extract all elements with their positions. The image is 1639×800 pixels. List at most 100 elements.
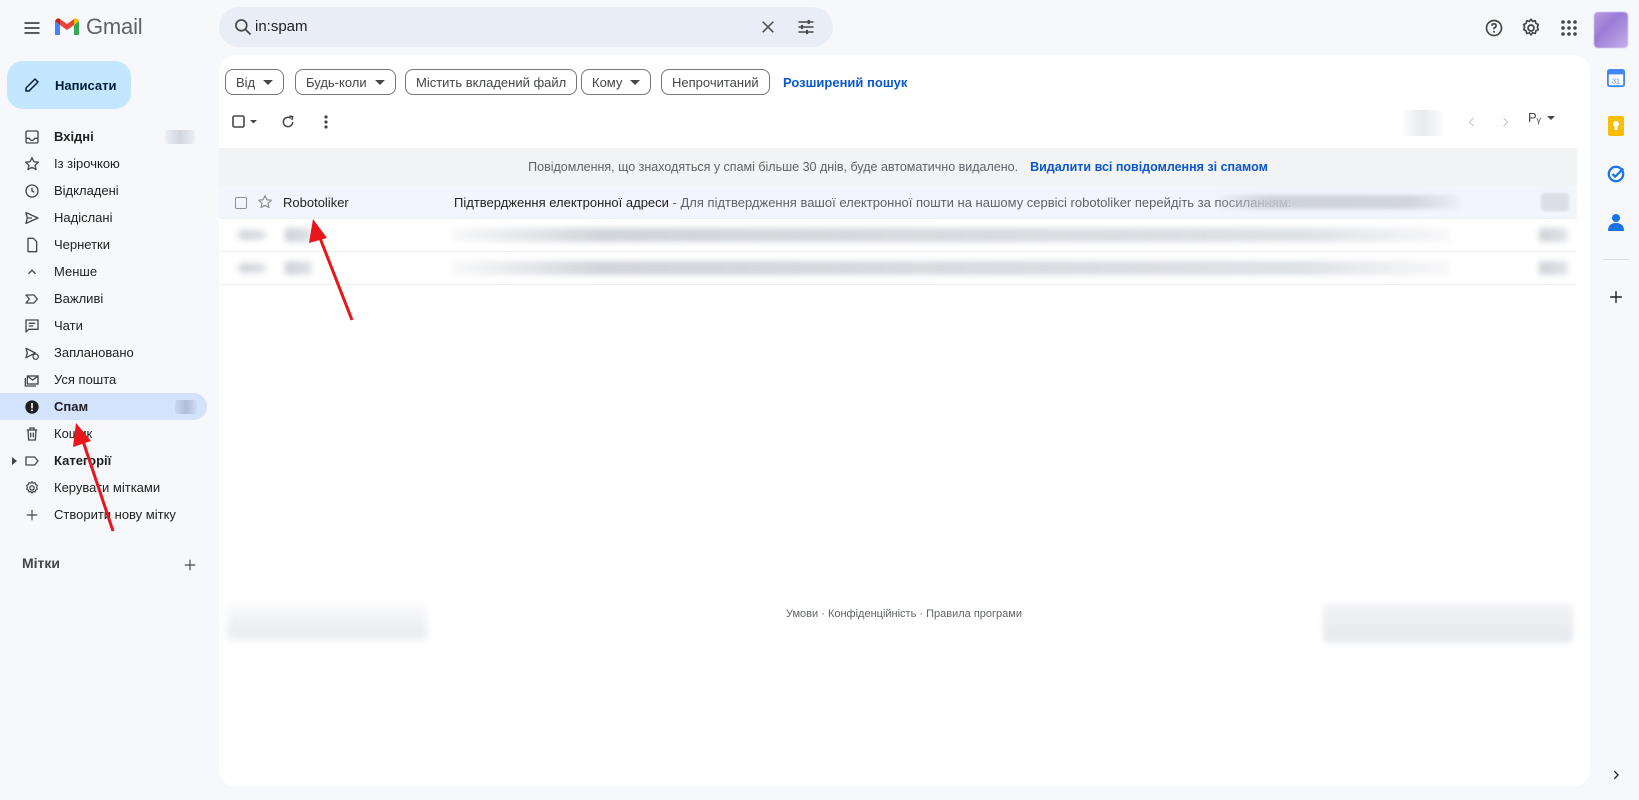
sidebar-item-label: Надіслані <box>54 210 113 225</box>
sidebar-item-label: Чати <box>54 318 83 333</box>
chat-icon <box>22 316 42 336</box>
gmail-logo[interactable]: Gmail <box>54 14 143 40</box>
select-all-checkbox[interactable] <box>225 107 267 137</box>
star-icon <box>22 154 42 174</box>
labels-heading: Мітки <box>22 555 61 571</box>
chip-label: Від <box>236 74 256 90</box>
delete-all-spam-link[interactable]: Видалити всі повідомлення зі спамом <box>1030 160 1268 174</box>
email-row-checkbox[interactable] <box>235 197 247 209</box>
sidebar-item-less[interactable]: Менше <box>0 258 207 285</box>
spam-count-badge <box>175 400 197 414</box>
email-row-redacted[interactable] <box>219 219 1577 252</box>
keep-notes-icon[interactable] <box>1599 109 1633 143</box>
account-avatar[interactable] <box>1594 12 1628 48</box>
redacted-checkbox <box>237 263 267 273</box>
refresh-icon[interactable] <box>273 107 303 137</box>
help-icon[interactable] <box>1474 8 1514 48</box>
plus-icon <box>22 505 42 525</box>
main-menu-icon[interactable] <box>12 8 52 48</box>
all-mail-icon <box>22 370 42 390</box>
chip-label: Будь-коли <box>306 74 367 90</box>
search-bar[interactable]: in:spam <box>219 7 833 47</box>
footer-links[interactable]: Умови · Конфіденційність · Правила прогр… <box>786 608 1022 620</box>
app-name: Gmail <box>86 14 143 39</box>
account-activity-redacted <box>1323 605 1573 643</box>
sidebar-item-label: Категорії <box>54 453 112 468</box>
scheduled-icon <box>22 343 42 363</box>
filter-any-time-chip[interactable]: Будь-коли <box>295 69 396 95</box>
sidebar-item-important[interactable]: Важливі <box>0 285 207 312</box>
sidebar-item-starred[interactable]: Із зірочкою <box>0 150 207 177</box>
redacted-sender <box>283 228 313 242</box>
dropdown-arrow-icon <box>374 79 385 85</box>
spam-notice-bar: Повідомлення, що знаходяться у спамі біл… <box>219 148 1577 186</box>
sidebar-item-label: Із зірочкою <box>54 156 120 171</box>
draft-icon <box>22 235 42 255</box>
chip-label: Містить вкладений файл <box>416 74 567 90</box>
send-icon <box>22 208 42 228</box>
email-row[interactable]: Robotoliker Підтвердження електронної ад… <box>219 186 1577 219</box>
filter-has-attachment-chip[interactable]: Містить вкладений файл <box>405 69 578 95</box>
storage-info-redacted <box>227 603 427 639</box>
sidebar-item-label: Важливі <box>54 291 104 306</box>
redacted-checkbox <box>237 230 267 240</box>
unread-count-badge <box>165 130 195 144</box>
sidebar-item-label: Спам <box>54 399 89 414</box>
sidebar-item-label: Уся пошта <box>54 372 117 387</box>
clear-search-icon[interactable] <box>752 11 784 43</box>
search-options-icon[interactable] <box>790 11 822 43</box>
sidebar-item-manage-labels[interactable]: Керувати мітками <box>0 474 207 501</box>
redacted-date <box>1537 261 1569 275</box>
expand-side-panel-chevron-icon[interactable] <box>1599 758 1633 792</box>
top-bar: Gmail in:spam <box>0 0 1639 56</box>
sidebar-item-drafts[interactable]: Чернетки <box>0 231 207 258</box>
sidebar-item-label: Заплановано <box>54 345 134 360</box>
advanced-search-link[interactable]: Розширений пошук <box>783 75 907 90</box>
sidebar-item-label: Чернетки <box>54 237 111 252</box>
sidebar-item-snoozed[interactable]: Відкладені <box>0 177 207 204</box>
more-options-icon[interactable] <box>311 107 341 137</box>
svg-text:31: 31 <box>1612 76 1620 85</box>
tasks-icon[interactable] <box>1599 157 1633 191</box>
sidebar-item-label: Кошик <box>54 426 93 441</box>
settings-gear-icon[interactable] <box>1511 8 1551 48</box>
sidebar-item-inbox[interactable]: Вхідні <box>0 123 207 150</box>
sidebar-item-spam[interactable]: Спам <box>0 393 207 420</box>
inbox-icon <box>22 127 42 147</box>
pencil-icon <box>25 78 39 92</box>
filter-from-chip[interactable]: Від <box>225 69 285 95</box>
sidebar-item-all-mail[interactable]: Уся пошта <box>0 366 207 393</box>
sidebar-item-label: Створити нову мітку <box>54 507 176 522</box>
redacted-sender <box>283 261 313 275</box>
expand-arrow-icon[interactable] <box>12 457 17 465</box>
input-tools-button[interactable]: Рᵧ <box>1528 110 1555 125</box>
older-page-icon[interactable] <box>1457 107 1487 137</box>
gmail-m-icon <box>55 18 79 35</box>
contacts-icon[interactable] <box>1599 205 1633 239</box>
star-toggle-icon[interactable] <box>257 194 275 212</box>
sidebar-item-create-label[interactable]: Створити нову мітку <box>0 501 207 528</box>
filter-unread-chip[interactable]: Непрочитаний <box>661 69 770 95</box>
main-panel: Від Будь-коли Містить вкладений файл Ком… <box>219 55 1590 786</box>
compose-button[interactable]: Написати <box>7 61 131 109</box>
sidebar-item-sent[interactable]: Надіслані <box>0 204 207 231</box>
dropdown-arrow-icon <box>630 79 641 85</box>
search-input[interactable]: in:spam <box>255 18 308 35</box>
dropdown-arrow-icon <box>263 79 274 85</box>
redacted-content <box>451 228 1451 242</box>
sidebar-item-categories[interactable]: Категорії <box>0 447 207 474</box>
email-row-redacted[interactable] <box>219 252 1577 285</box>
side-panel-divider <box>1603 259 1629 260</box>
newer-page-icon[interactable] <box>1490 107 1520 137</box>
calendar-icon[interactable]: 31 <box>1599 61 1633 95</box>
filter-to-chip[interactable]: Кому <box>581 69 652 95</box>
email-subject: Підтвердження електронної адреси - Для п… <box>454 195 1292 210</box>
sidebar-item-chats[interactable]: Чати <box>0 312 207 339</box>
add-addon-plus-icon[interactable] <box>1599 280 1633 314</box>
email-snippet: - Для підтвердження вашої електронної по… <box>668 195 1292 210</box>
sidebar-item-scheduled[interactable]: Заплановано <box>0 339 207 366</box>
add-label-plus-icon[interactable] <box>178 553 202 577</box>
label-icon <box>22 451 42 471</box>
sidebar-item-trash[interactable]: Кошик <box>0 420 207 447</box>
google-apps-grid-icon[interactable] <box>1549 8 1589 48</box>
